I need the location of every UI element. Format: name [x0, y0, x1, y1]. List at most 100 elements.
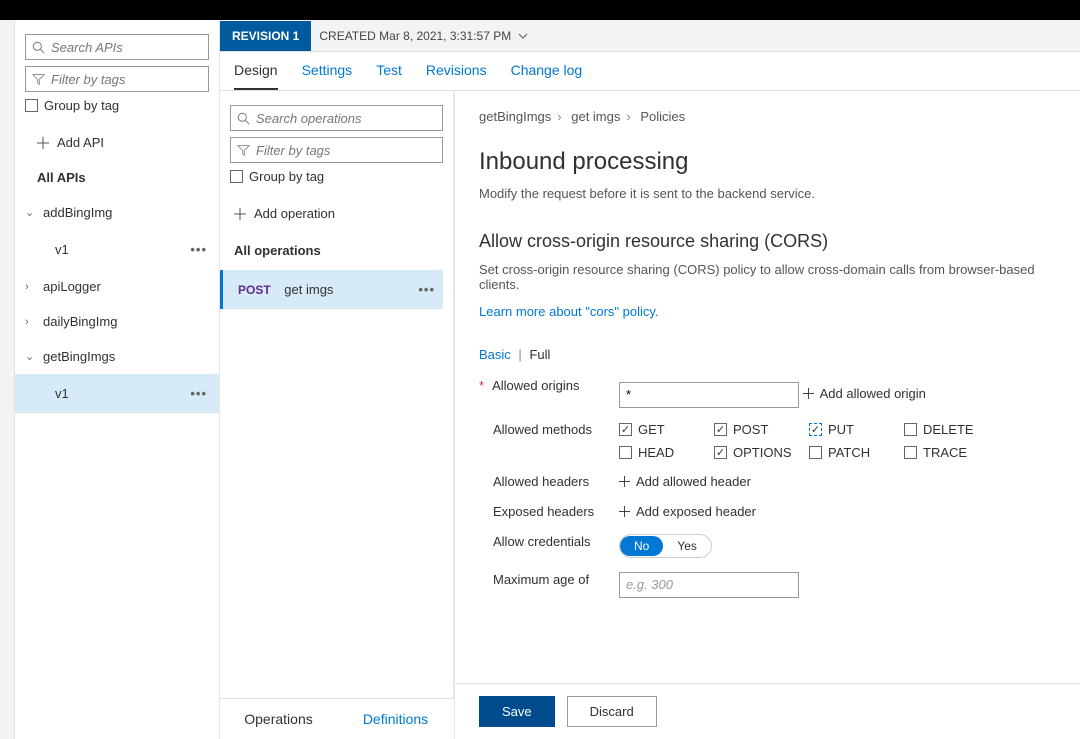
- allowed-origins-row: *Allowed origins Add allowed origin: [479, 378, 1056, 408]
- group-ops-by-tag-checkbox[interactable]: Group by tag: [230, 169, 443, 184]
- mode-basic[interactable]: Basic: [479, 347, 511, 362]
- footer-actions: Save Discard: [455, 683, 1080, 739]
- filter-icon: [32, 73, 45, 86]
- method-delete[interactable]: DELETE: [904, 422, 999, 437]
- policy-mode-toggle: Basic | Full: [479, 347, 1056, 362]
- sidebar-item-getbingimgs[interactable]: ⌄getBingImgs: [15, 339, 219, 374]
- sidebar-item-addbingimg[interactable]: ⌄addBingImg: [15, 195, 219, 230]
- sidebar-item-addbingimg-v1[interactable]: v1 •••: [15, 230, 219, 269]
- plus-icon: [803, 388, 814, 399]
- chevron-down-icon: [517, 30, 529, 42]
- http-method-badge: POST: [238, 283, 271, 297]
- plus-icon: [619, 506, 630, 517]
- plus-icon: [619, 476, 630, 487]
- required-star-icon: *: [479, 378, 484, 393]
- allow-credentials-row: Allow credentials No Yes: [479, 534, 1056, 558]
- tab-test[interactable]: Test: [376, 62, 402, 90]
- plus-icon: [234, 208, 246, 220]
- method-get[interactable]: GET: [619, 422, 714, 437]
- policy-detail-body: getBingImgs› get imgs› Policies Inbound …: [455, 91, 1080, 683]
- allow-credentials-toggle[interactable]: No Yes: [619, 534, 712, 558]
- chevron-down-icon: ⌄: [25, 350, 35, 363]
- add-allowed-header-button[interactable]: Add allowed header: [619, 474, 751, 489]
- page-title: Inbound processing: [479, 148, 1056, 176]
- chevron-down-icon: ⌄: [25, 206, 35, 219]
- tab-definitions[interactable]: Definitions: [337, 699, 454, 739]
- toggle-no[interactable]: No: [620, 536, 663, 556]
- operation-get-imgs[interactable]: POST get imgs •••: [220, 270, 443, 309]
- filter-tags-input[interactable]: Filter by tags: [25, 66, 209, 92]
- filter-icon: [237, 144, 250, 157]
- allowed-methods-row: Allowed methods GET POST PUT DELETE HEAD…: [479, 422, 1056, 460]
- method-patch[interactable]: PATCH: [809, 445, 904, 460]
- more-icon[interactable]: •••: [418, 282, 435, 297]
- operations-panel: Search operations Filter by tags Group b…: [220, 91, 454, 698]
- group-by-tag-checkbox[interactable]: Group by tag: [25, 98, 209, 113]
- method-post[interactable]: POST: [714, 422, 809, 437]
- discard-button[interactable]: Discard: [567, 696, 657, 727]
- sidebar-item-apilogger[interactable]: ›apiLogger: [15, 269, 219, 304]
- add-allowed-origin-button[interactable]: Add allowed origin: [803, 386, 926, 401]
- more-icon[interactable]: •••: [190, 242, 207, 257]
- group-by-label: Group by tag: [44, 98, 119, 113]
- search-operations-input[interactable]: Search operations: [230, 105, 443, 131]
- method-head[interactable]: HEAD: [619, 445, 714, 460]
- search-apis-placeholder: Search APIs: [51, 40, 123, 55]
- page-description: Modify the request before it is sent to …: [479, 186, 1056, 201]
- api-sidebar: Search APIs Filter by tags Group by tag …: [15, 20, 220, 739]
- search-apis-input[interactable]: Search APIs: [25, 34, 209, 60]
- mode-full[interactable]: Full: [529, 347, 550, 362]
- allowed-origins-input[interactable]: [619, 382, 799, 408]
- breadcrumb: getBingImgs› get imgs› Policies: [479, 109, 1056, 124]
- operation-name: get imgs: [284, 282, 333, 297]
- revision-header: REVISION 1 CREATED Mar 8, 2021, 3:31:57 …: [220, 20, 1080, 52]
- method-options[interactable]: OPTIONS: [714, 445, 809, 460]
- add-api-button[interactable]: Add API: [15, 125, 219, 160]
- tab-settings[interactable]: Settings: [302, 62, 353, 90]
- add-operation-button[interactable]: Add operation: [230, 196, 443, 231]
- breadcrumb-item: Policies: [640, 109, 685, 124]
- method-put[interactable]: PUT: [809, 422, 904, 437]
- save-button[interactable]: Save: [479, 696, 555, 727]
- method-trace[interactable]: TRACE: [904, 445, 999, 460]
- filter-operations-input[interactable]: Filter by tags: [230, 137, 443, 163]
- chevron-right-icon: ›: [25, 281, 35, 293]
- all-operations-heading[interactable]: All operations: [230, 231, 443, 270]
- checkbox-icon: [25, 99, 38, 112]
- all-apis-heading[interactable]: All APIs: [15, 160, 219, 195]
- main-layout: Search APIs Filter by tags Group by tag …: [0, 20, 1080, 739]
- breadcrumb-item[interactable]: getBingImgs: [479, 109, 551, 124]
- checkbox-icon: [230, 170, 243, 183]
- methods-grid: GET POST PUT DELETE HEAD OPTIONS PATCH T…: [619, 422, 1056, 460]
- add-api-label: Add API: [57, 135, 104, 150]
- search-icon: [32, 41, 45, 54]
- chevron-right-icon: ›: [25, 316, 35, 328]
- max-age-input[interactable]: [619, 572, 799, 598]
- sidebar-item-dailybingimg[interactable]: ›dailyBingImg: [15, 304, 219, 339]
- revision-badge[interactable]: REVISION 1: [220, 21, 311, 51]
- operations-column: Search operations Filter by tags Group b…: [220, 91, 455, 739]
- sidebar-item-getbingimgs-v1[interactable]: v1 •••: [15, 374, 219, 413]
- more-icon[interactable]: •••: [190, 386, 207, 401]
- tab-changelog[interactable]: Change log: [511, 62, 583, 90]
- toggle-yes[interactable]: Yes: [663, 536, 711, 556]
- tab-design[interactable]: Design: [234, 62, 278, 90]
- max-age-row: Maximum age of: [479, 572, 1056, 598]
- cors-section-desc: Set cross-origin resource sharing (CORS)…: [479, 262, 1056, 292]
- search-icon: [237, 112, 250, 125]
- operations-bottom-tabs: Operations Definitions: [220, 698, 454, 739]
- top-black-bar: [0, 0, 1080, 20]
- exposed-headers-row: Exposed headers Add exposed header: [479, 504, 1056, 520]
- plus-icon: [37, 137, 49, 149]
- content-column: REVISION 1 CREATED Mar 8, 2021, 3:31:57 …: [220, 20, 1080, 739]
- cors-section-title: Allow cross-origin resource sharing (COR…: [479, 231, 1056, 252]
- tab-operations[interactable]: Operations: [220, 699, 337, 739]
- tab-revisions[interactable]: Revisions: [426, 62, 487, 90]
- collapsed-left-rail: [0, 20, 15, 739]
- add-exposed-header-button[interactable]: Add exposed header: [619, 504, 756, 519]
- filter-tags-placeholder: Filter by tags: [51, 72, 125, 87]
- created-timestamp[interactable]: CREATED Mar 8, 2021, 3:31:57 PM: [311, 29, 537, 43]
- learn-more-link[interactable]: Learn more about "cors" policy.: [479, 304, 659, 319]
- design-tabs: Design Settings Test Revisions Change lo…: [220, 52, 1080, 91]
- breadcrumb-item[interactable]: get imgs: [571, 109, 620, 124]
